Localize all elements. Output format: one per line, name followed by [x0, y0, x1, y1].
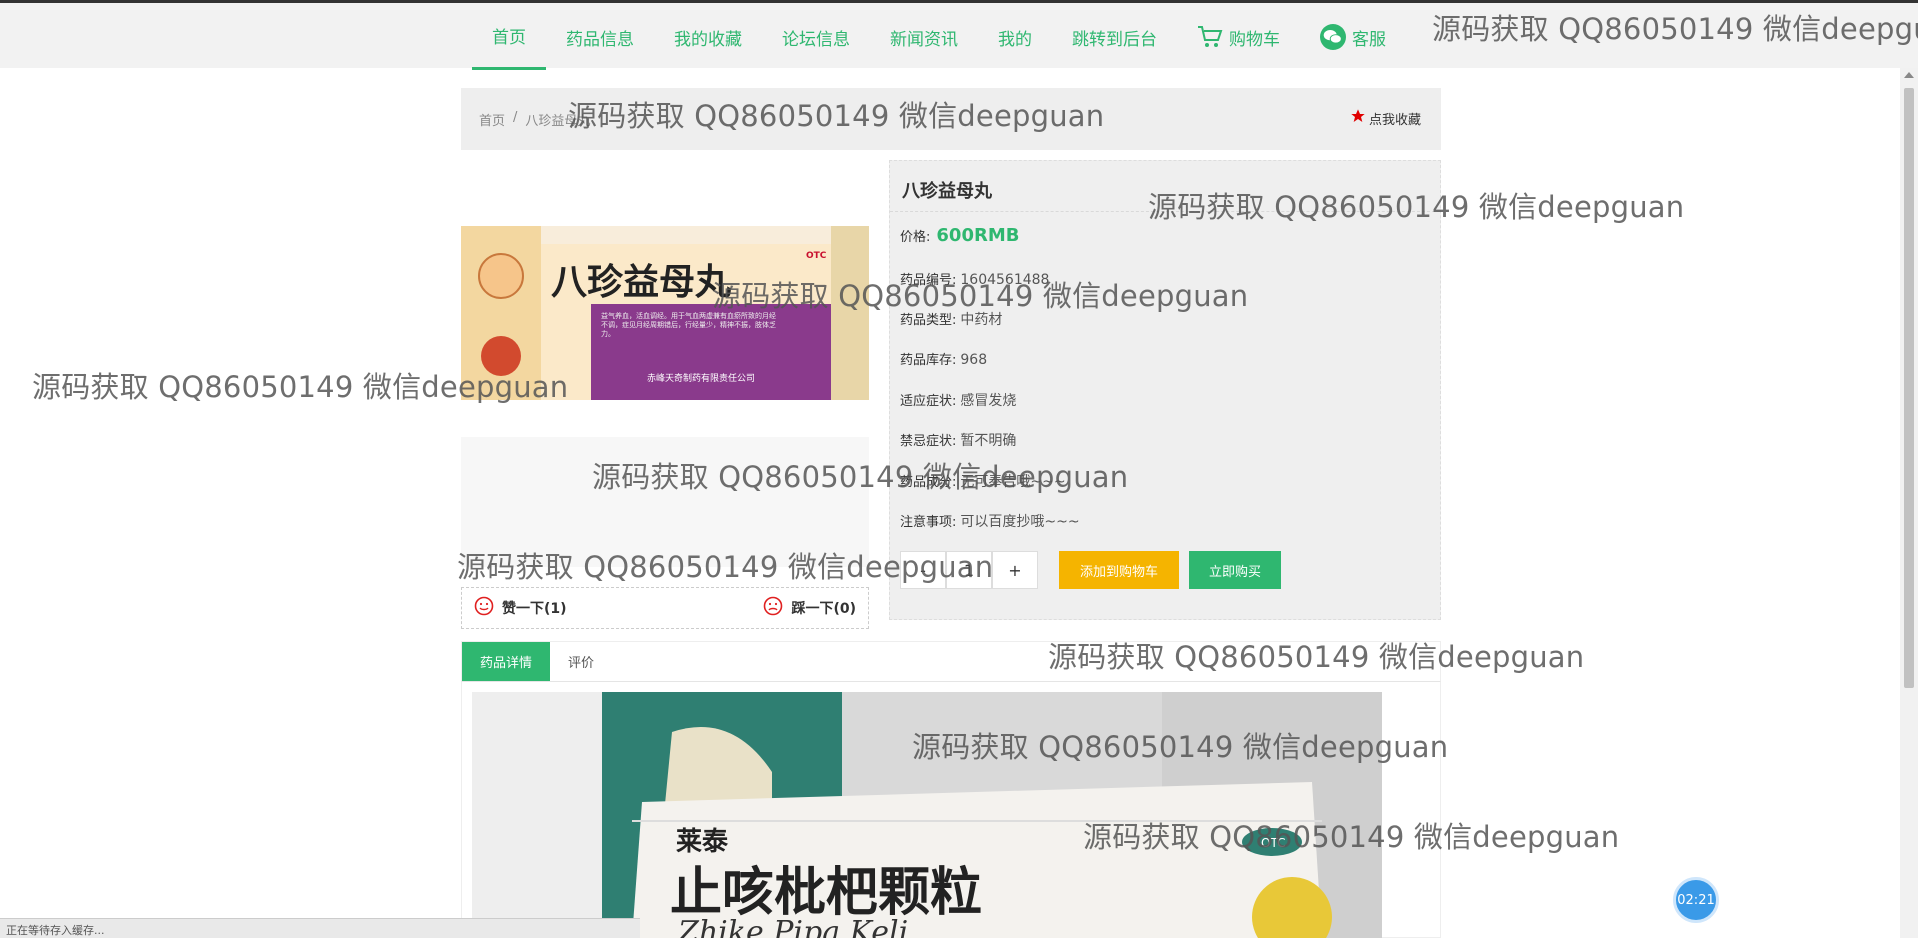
vote-bar: 赞一下(1) 踩一下(0)	[461, 587, 869, 629]
field-row: 注意事项: 可以百度抄哦~~~	[900, 511, 1080, 531]
product-box-company: 赤峰天奇制药有限责任公司	[647, 372, 755, 384]
detail-content: OTC 莱泰 止咳枇杷颗粒 Zhike Pipa Keli	[461, 682, 1441, 938]
timer-badge[interactable]: 02:21	[1673, 877, 1719, 923]
detail-image-pinyin: Zhike Pipa Keli	[677, 915, 908, 938]
qty-input[interactable]: 1	[946, 551, 992, 589]
product-name: 八珍益母丸	[902, 181, 992, 202]
field-value: 暂不明确	[960, 433, 1017, 449]
nav-admin-label: 跳转到后台	[1072, 29, 1157, 50]
field-label: 禁忌症状:	[900, 434, 957, 449]
field-label: 药品成分:	[900, 475, 957, 490]
product-info-panel: 八珍益母丸 价格: 600RMB 药品编号: 1604561488 药品类型: 中药…	[889, 160, 1441, 620]
detail-tabs: 药品详情 评价	[461, 641, 1441, 682]
field-label: 药品库存:	[900, 353, 957, 368]
favorite-button[interactable]: 点我收藏	[1350, 108, 1421, 128]
field-value: 感冒发烧	[960, 393, 1017, 409]
field-label: 药品类型:	[900, 313, 957, 328]
quantity-stepper: - 1 +	[900, 551, 1038, 589]
info-divider	[890, 211, 1440, 212]
nav-admin[interactable]: 跳转到后台	[1052, 4, 1177, 70]
detail-image: OTC 莱泰 止咳枇杷颗粒 Zhike Pipa Keli	[472, 692, 1382, 938]
tab-reviews[interactable]: 评价	[550, 642, 612, 681]
product-image: 赤峰天奇制药有限责任公司 OTC 八珍益母丸 益气养血，活血调经。用于气血两虚兼…	[461, 226, 869, 400]
detail-image-brand: 莱泰	[676, 827, 729, 857]
field-label: 适应症状:	[900, 394, 957, 409]
top-navbar: 首页 药品信息 我的收藏 论坛信息 新闻资讯 我的 跳转到后台 购物车 客服	[0, 0, 1918, 71]
add-to-cart-button[interactable]: 添加到购物车	[1059, 551, 1179, 589]
field-label: 注意事项:	[900, 515, 957, 530]
product-box-badge: OTC	[806, 251, 827, 261]
nav-news[interactable]: 新闻资讯	[870, 4, 978, 70]
tab-medicine-details[interactable]: 药品详情	[462, 642, 551, 681]
nav-forum[interactable]: 论坛信息	[762, 4, 870, 70]
breadcrumb-separator: /	[513, 110, 518, 125]
nav-my-favorites-label: 我的收藏	[674, 29, 742, 50]
field-value: 968	[960, 352, 988, 368]
breadcrumb-bar: 首页 / 八珍益母丸 点我收藏	[461, 88, 1441, 150]
price-row: 价格: 600RMB	[900, 225, 1019, 246]
nav-cart-label: 购物车	[1229, 29, 1280, 50]
price-label: 价格:	[900, 230, 931, 245]
frown-icon	[763, 596, 783, 620]
nav-customer-service-label: 客服	[1352, 29, 1386, 50]
field-row: 药品成分: 无可奉告哦~~~	[900, 471, 1066, 491]
field-row: 药品类型: 中药材	[900, 309, 1002, 329]
qty-plus-button[interactable]: +	[992, 551, 1038, 589]
nav-news-label: 新闻资讯	[890, 29, 958, 50]
breadcrumb: 首页 / 八珍益母丸	[479, 110, 590, 129]
like-button[interactable]: 赞一下(1)	[474, 596, 567, 620]
main-nav: 首页 药品信息 我的收藏 论坛信息 新闻资讯 我的 跳转到后台 购物车 客服	[472, 3, 1406, 71]
field-row: 禁忌症状: 暂不明确	[900, 430, 1016, 450]
like-label: 赞一下(1)	[502, 601, 567, 617]
scroll-thumb[interactable]	[1904, 88, 1914, 688]
field-row: 药品库存: 968	[900, 349, 987, 368]
browser-status-bar: 正在等待存入缓存...	[0, 918, 640, 938]
nav-home[interactable]: 首页	[472, 4, 546, 70]
detail-image-badge: OTC	[1261, 836, 1285, 850]
field-row: 适应症状: 感冒发烧	[900, 390, 1016, 410]
breadcrumb-home[interactable]: 首页	[479, 110, 505, 129]
smile-icon	[474, 596, 494, 620]
dislike-button[interactable]: 踩一下(0)	[763, 596, 856, 620]
nav-medicine-info-label: 药品信息	[566, 29, 634, 50]
field-value: 无可奉告哦~~~	[960, 474, 1066, 490]
field-value: 1604561488	[960, 272, 1050, 288]
price-value: 600RMB	[936, 225, 1020, 246]
nav-forum-label: 论坛信息	[782, 29, 850, 50]
nav-customer-service[interactable]: 客服	[1300, 4, 1406, 70]
nav-mine-label: 我的	[998, 29, 1032, 50]
dislike-label: 踩一下(0)	[791, 601, 856, 617]
field-value: 中药材	[960, 312, 1003, 328]
nav-home-label: 首页	[492, 28, 526, 48]
buy-now-button[interactable]: 立即购买	[1189, 551, 1281, 589]
star-icon	[1350, 108, 1366, 128]
page-scrollbar[interactable]	[1900, 68, 1918, 938]
field-label: 药品编号:	[900, 273, 957, 288]
detail-image-title: 止咳枇杷颗粒	[670, 863, 982, 923]
product-box-title: 八珍益母丸	[551, 262, 731, 303]
product-box-text: 益气养血，活血调经。用于气血两虚兼有血瘀所致的月经不调，症见月经周期错后，行经量…	[601, 312, 776, 338]
scroll-up-icon[interactable]	[1904, 72, 1914, 78]
field-row: 药品编号: 1604561488	[900, 269, 1049, 288]
nav-my-favorites[interactable]: 我的收藏	[654, 4, 762, 70]
cart-icon	[1197, 24, 1223, 50]
favorite-label: 点我收藏	[1368, 112, 1421, 128]
qty-minus-button[interactable]: -	[900, 551, 946, 589]
thumbnail-area	[461, 437, 869, 567]
wechat-icon	[1320, 24, 1346, 50]
nav-medicine-info[interactable]: 药品信息	[546, 4, 654, 70]
field-value: 可以百度抄哦~~~	[960, 514, 1080, 530]
nav-mine[interactable]: 我的	[978, 4, 1052, 70]
breadcrumb-current: 八珍益母丸	[525, 114, 591, 129]
nav-cart[interactable]: 购物车	[1177, 4, 1300, 70]
